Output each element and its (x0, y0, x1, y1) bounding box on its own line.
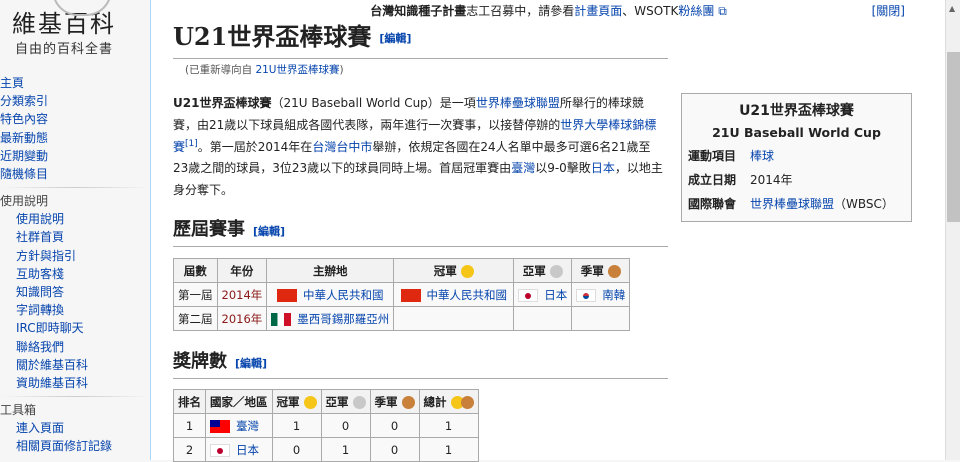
nav-recent-changes[interactable]: 近期變動 (0, 147, 150, 165)
silver-medal-icon (549, 264, 563, 278)
section-heading-history: 歷屆賽事 [編輯] (173, 216, 668, 247)
gold-medal-icon (303, 395, 317, 409)
nav-news[interactable]: 最新動態 (0, 129, 150, 147)
nav-qa[interactable]: 知識問答 (0, 283, 150, 301)
runner-up-link[interactable]: 日本 (544, 288, 567, 302)
table-row: 1 臺灣 1 0 0 1 (173, 413, 479, 438)
table-row: 第一屆 2014年 中華人民共和國 中華人民共和國 日本 南韓 (173, 282, 631, 307)
edit-history-link[interactable]: [編輯] (253, 225, 285, 238)
host-link[interactable]: 中華人民共和國 (303, 288, 384, 302)
host-link[interactable]: 墨西哥錫那羅亞州 (297, 312, 389, 326)
nav-contact[interactable]: 聯絡我們 (0, 338, 150, 356)
mexico-flag-icon (271, 312, 292, 326)
link-wbsc-infobox[interactable]: 世界棒壘球聯盟 (750, 192, 834, 216)
china-flag-icon (400, 288, 421, 302)
nav-main: 主頁 分類索引 特色內容 最新動態 近期變動 隨機條目 使用說明 使用說明 社群… (0, 74, 150, 456)
page-title: U21世界盃棒球賽 [編輯] (173, 20, 668, 59)
bronze-medal-icon (607, 264, 621, 278)
table-row: 第二屆 2016年 墨西哥錫那羅亞州 (173, 306, 631, 331)
nav-what-links-here[interactable]: 連入頁面 (0, 419, 150, 437)
link-taiwan[interactable]: 台灣 (312, 140, 336, 154)
japan-flag-icon (518, 288, 539, 302)
history-table: 屆數 年份 主辦地 冠軍 亞軍 季軍 第一屆 2014年 中華人民共和國 中華人… (173, 258, 631, 331)
nav-irc[interactable]: IRC即時聊天 (0, 319, 150, 337)
close-notice-button[interactable]: [關閉] (872, 2, 905, 19)
nav-conversion[interactable]: 字詞轉換 (0, 301, 150, 319)
silver-medal-icon (352, 395, 366, 409)
help-heading: 使用說明 (0, 194, 49, 209)
redirect-link[interactable]: 21U世界盃棒球賽 (255, 64, 339, 76)
edit-title-link[interactable]: [編輯] (379, 32, 411, 45)
link-wbsc[interactable]: 世界棒壘球聯盟 (476, 96, 560, 110)
champion-link[interactable]: 中華人民共和國 (427, 288, 508, 302)
bronze-medal-icon (401, 395, 415, 409)
table-row: 2 日本 0 1 0 1 (173, 437, 479, 462)
nav-village-pump[interactable]: 互助客棧 (0, 265, 150, 283)
link-taichung[interactable]: 台中市 (336, 140, 372, 154)
nav-policy[interactable]: 方針與指引 (0, 247, 150, 265)
medal-table: 排名 國家／地區 冠軍 亞軍 季軍 總計 1 臺灣 1 0 0 1 2 日本 0… (173, 389, 479, 462)
sidebar: 維基百科 自由的百科全書 主頁 分類索引 特色內容 最新動態 近期變動 隨機條目… (0, 0, 150, 460)
scroll-up-arrow-icon[interactable]: ▲ (949, 4, 955, 13)
nav-community[interactable]: 社群首頁 (0, 228, 150, 246)
notice-link-project[interactable]: 計畫頁面 (574, 4, 622, 18)
third-place-link[interactable]: 南韓 (602, 288, 625, 302)
redirect-note: (已重新導向自 21U世界盃棒球賽) (185, 64, 344, 76)
infobox: U21世界盃棒球賽 21U Baseball World Cup 運動項目 棒球 … (681, 93, 912, 222)
link-taiwan-2[interactable]: 臺灣 (511, 161, 535, 175)
infobox-row: 國際聯會 世界棒壘球聯盟 （WBSC） (688, 192, 905, 216)
country-link[interactable]: 日本 (236, 443, 259, 457)
japan-flag-icon (210, 443, 230, 457)
nav-random[interactable]: 隨機條目 (0, 165, 150, 183)
nav-home[interactable]: 主頁 (0, 74, 150, 92)
year-link[interactable]: 2016年 (216, 306, 268, 331)
site-notice: 台灣知識種子計畫志工召募中，請參看計畫頁面、WSOTK粉絲團 ⧉ (370, 4, 727, 18)
notice-link-fanpage[interactable]: 粉絲團 (678, 4, 714, 18)
link-baseball[interactable]: 棒球 (750, 144, 774, 168)
china-flag-icon (277, 288, 298, 302)
year-link[interactable]: 2014年 (216, 282, 268, 307)
infobox-row: 成立日期 2014年 (688, 173, 793, 187)
country-link[interactable]: 臺灣 (236, 419, 259, 433)
section-heading-medals: 獎牌數 [編輯] (173, 348, 668, 379)
nav-featured[interactable]: 特色內容 (0, 110, 150, 128)
nav-donate[interactable]: 資助維基百科 (0, 374, 150, 392)
edit-medals-link[interactable]: [編輯] (235, 357, 267, 370)
link-japan[interactable]: 日本 (591, 161, 615, 175)
scrollbar[interactable]: ▲ (945, 0, 960, 460)
taiwan-flag-icon (210, 419, 230, 433)
reference-link[interactable]: [1] (185, 139, 198, 149)
divider (0, 187, 150, 189)
lead-paragraph: U21世界盃棒球賽（21U Baseball World Cup）是一項世界棒壘… (173, 96, 663, 198)
korea-flag-icon (576, 288, 597, 302)
infobox-row: 運動項目 棒球 (688, 144, 905, 168)
content: 台灣知識種子計畫志工召募中，請參看計畫頁面、WSOTK粉絲團 ⧉ [關閉] U2… (150, 0, 945, 462)
gold-medal-icon (460, 264, 474, 278)
nav-about[interactable]: 關於維基百科 (0, 356, 150, 374)
external-link-icon: ⧉ (714, 4, 727, 18)
tools-heading: 工具箱 (0, 403, 37, 418)
nav-related-changes[interactable]: 相關頁面修訂記錄 (0, 437, 150, 455)
wikipedia-logo[interactable]: 維基百科 自由的百科全書 (12, 0, 116, 57)
nav-help[interactable]: 使用說明 (0, 210, 150, 228)
medals-icon (460, 395, 474, 409)
divider (0, 396, 150, 398)
scrollbar-thumb[interactable] (947, 52, 960, 222)
nav-categories[interactable]: 分類索引 (0, 92, 150, 110)
